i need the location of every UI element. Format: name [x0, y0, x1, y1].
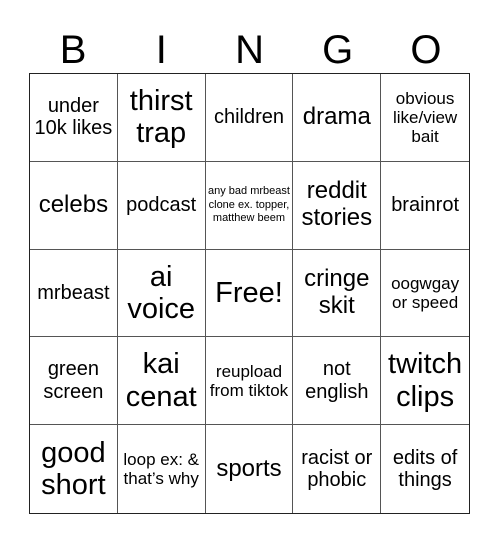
- bingo-grid: under 10k likes thirst trap children drama o…: [29, 73, 470, 514]
- bingo-cell[interactable]: loop ex: & that’s why: [118, 425, 206, 513]
- bingo-cell-label: twitch clips: [388, 348, 463, 413]
- bingo-cell-label: mrbeast: [37, 281, 110, 304]
- bingo-cell[interactable]: ai voice: [117, 249, 206, 338]
- bingo-cell[interactable]: mrbeast: [30, 249, 118, 338]
- bingo-cell[interactable]: sports: [206, 425, 294, 513]
- bingo-cell[interactable]: kai cenat: [117, 337, 206, 426]
- bingo-cell-label: sports: [216, 454, 282, 482]
- bingo-cell[interactable]: under 10k likes: [30, 74, 118, 162]
- bingo-cell[interactable]: children: [205, 74, 294, 162]
- bingo-cell-label: children: [213, 106, 285, 129]
- bingo-cell-label: reddit stories: [301, 177, 373, 232]
- bingo-cell[interactable]: obvious like/view bait: [381, 74, 469, 162]
- bingo-cell[interactable]: drama: [293, 74, 382, 162]
- bingo-cell[interactable]: edits of things: [381, 425, 469, 513]
- bingo-cell-label: not english: [305, 358, 369, 403]
- bingo-cell[interactable]: not english: [293, 337, 382, 426]
- header-letter-i: I: [155, 28, 167, 72]
- bingo-cell-label: loop ex: & that’s why: [123, 450, 199, 489]
- bingo-cell[interactable]: cringe skit: [293, 249, 382, 338]
- header-letter-n: N: [235, 28, 264, 72]
- bingo-cell-label: celebs: [38, 190, 109, 218]
- bingo-cell[interactable]: oogwgay or speed: [381, 250, 469, 338]
- bingo-cell[interactable]: green screen: [30, 337, 118, 426]
- bingo-cell-label: under 10k likes: [34, 95, 113, 140]
- bingo-cell[interactable]: reupload from tiktok: [205, 337, 294, 426]
- bingo-cell-label: cringe skit: [304, 265, 370, 319]
- header-letter-b: B: [59, 28, 87, 72]
- bingo-cell[interactable]: good short: [30, 425, 118, 513]
- bingo-cell[interactable]: any bad mrbeast clone ex. topper, matthe…: [205, 161, 294, 250]
- bingo-cell[interactable]: podcast: [117, 161, 206, 250]
- bingo-cell[interactable]: thirst trap: [117, 74, 206, 162]
- bingo-cell-label: Free!: [215, 276, 283, 309]
- bingo-cell-label: good short: [41, 436, 106, 502]
- bingo-cell[interactable]: celebs: [30, 161, 118, 250]
- bingo-cell-label: edits of things: [392, 446, 458, 492]
- bingo-cell[interactable]: brainrot: [381, 162, 469, 250]
- bingo-cell-label: racist or phobic: [301, 446, 373, 492]
- header-letter-g: G: [322, 28, 354, 72]
- bingo-cell-label: podcast: [126, 194, 197, 216]
- bingo-cell[interactable]: reddit stories: [293, 161, 382, 250]
- bingo-cell-label: thirst trap: [129, 84, 193, 150]
- bingo-cell-label: drama: [302, 102, 371, 130]
- bingo-cell-label: oogwgay or speed: [391, 273, 460, 312]
- bingo-cell-label: kai cenat: [125, 348, 197, 413]
- bingo-cell[interactable]: racist or phobic: [293, 425, 382, 513]
- bingo-cell-label: any bad mrbeast clone ex. topper, matthe…: [208, 185, 290, 224]
- header-letter-o: O: [410, 28, 442, 72]
- bingo-cell-label: reupload from tiktok: [209, 361, 289, 400]
- bingo-cell-label: brainrot: [391, 194, 459, 216]
- bingo-cell[interactable]: twitch clips: [381, 337, 469, 426]
- bingo-cell-label: ai voice: [127, 260, 196, 325]
- free-space-cell[interactable]: Free!: [205, 249, 294, 338]
- bingo-cell-label: obvious like/view bait: [392, 88, 458, 146]
- bingo-cell-label: green screen: [43, 358, 104, 403]
- bingo-header: B I N G O: [29, 28, 470, 72]
